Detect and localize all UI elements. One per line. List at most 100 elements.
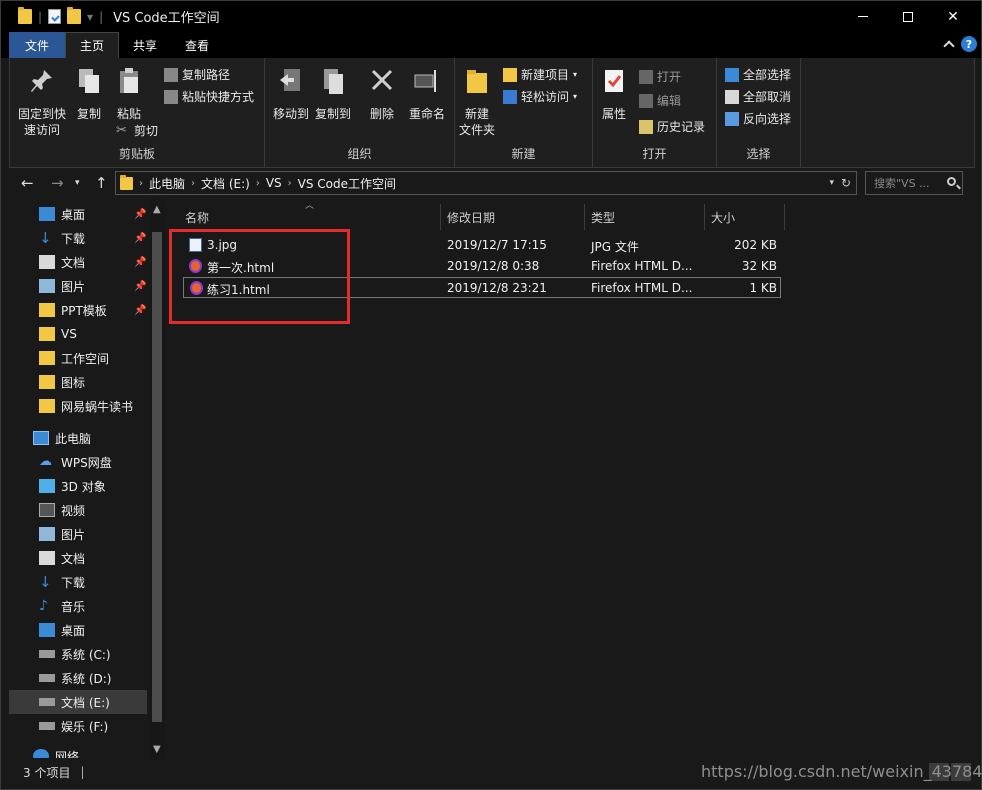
nav-item-drive-d[interactable]: 系统 (D:) [9,666,147,690]
scroll-up-icon[interactable]: ▲ [153,204,161,215]
help-icon[interactable]: ? [961,36,977,52]
nav-label: 图片 [61,279,86,294]
nav-item-drive-c[interactable]: 系统 (C:) [9,642,147,666]
breadcrumb-this-pc[interactable]: 此电脑 [149,175,185,192]
folder-icon [39,351,55,365]
select-none-button[interactable]: 全部取消 [725,88,791,105]
rename-label: 重命名 [408,107,445,121]
nav-item-ppt-templates[interactable]: PPT模板 📌 [9,298,147,322]
nav-scrollbar[interactable]: ▲ ▼ [149,198,165,760]
address-bar[interactable]: › 此电脑 › 文档 (E:) › VS › VS Code工作空间 ▾ ↻ [115,171,857,195]
watermark: https://blog.csdn.net/weixin_43784954 [701,762,982,781]
navigation-pane: 桌面 📌 ↓ 下载 📌 文档 📌 图片 📌 PPT模板 📌 VS 工作空间 图标 网易蜗牛读… [9,198,149,758]
nav-label: 图片 [61,527,86,542]
nav-item-this-pc[interactable]: 此电脑 [9,426,147,450]
maximize-button[interactable] [885,1,931,32]
search-box[interactable]: 搜索"VS ... [865,171,963,195]
tab-file[interactable]: 文件 [9,32,65,58]
forward-arrow-icon[interactable]: → [51,174,64,192]
breadcrumb-drive-e[interactable]: 文档 (E:) [201,175,250,192]
nav-label: 文档 [61,255,86,270]
breadcrumb-vs[interactable]: VS [266,176,282,190]
copy-path-button[interactable]: 复制路径 [164,66,230,83]
nav-item-desktop[interactable]: 桌面 [9,618,147,642]
tab-view[interactable]: 查看 [171,32,223,58]
column-header-date[interactable]: 修改日期 [441,204,585,230]
scrollbar-thumb[interactable] [152,232,162,722]
nav-item-snail-reading[interactable]: 网易蜗牛读书 [9,394,147,418]
column-header-type[interactable]: 类型 [585,204,705,230]
tab-share[interactable]: 共享 [119,32,171,58]
pin-icon[interactable]: 📌 [134,281,146,292]
chevron-right-icon: › [287,177,292,189]
nav-item-music[interactable]: ♪ 音乐 [9,594,147,618]
paste-button[interactable]: 粘贴 [112,66,146,122]
close-button[interactable]: ✕ [930,1,976,32]
paste-shortcut-button[interactable]: 粘贴快捷方式 [164,88,254,105]
column-header-name[interactable]: 名称 [167,204,441,230]
documents-icon [39,551,55,565]
nav-item-icons[interactable]: 图标 [9,370,147,394]
breadcrumb-current[interactable]: VS Code工作空间 [298,175,396,192]
column-header-size[interactable]: 大小 [705,204,785,230]
customize-quick-access-icon[interactable]: ▾ [87,10,93,24]
pin-icon[interactable]: 📌 [134,257,146,268]
new-folder-quick-icon[interactable] [67,7,82,24]
copy-button[interactable]: 复制 [72,66,106,122]
properties-button[interactable]: 属性 [597,66,631,122]
drive-icon [39,722,55,730]
pin-icon[interactable]: 📌 [134,233,146,244]
nav-item-downloads-pinned[interactable]: ↓ 下载 📌 [9,226,147,250]
new-folder-button[interactable]: 新建 文件夹 [457,66,497,138]
nav-label: WPS网盘 [61,455,112,470]
copy-path-icon [164,67,178,82]
nav-item-videos[interactable]: 视频 [9,498,147,522]
new-item-button[interactable]: 新建项目 ▾ [503,66,577,83]
properties-quick-icon[interactable] [48,9,62,24]
folder-icon [39,303,55,317]
nav-item-3d-objects[interactable]: 3D 对象 [9,474,147,498]
rename-button[interactable]: 重命名 [405,66,449,122]
invert-selection-button[interactable]: 反向选择 [725,110,791,127]
delete-button[interactable]: 删除 [365,66,399,122]
pin-icon[interactable]: 📌 [134,209,146,220]
nav-item-downloads[interactable]: ↓ 下载 [9,570,147,594]
select-none-label: 全部取消 [743,90,792,104]
edit-button[interactable]: 编辑 [639,92,681,109]
easy-access-button[interactable]: 轻松访问 ▾ [503,88,577,105]
history-label: 历史记录 [657,120,706,134]
scroll-down-icon[interactable]: ▼ [153,744,161,755]
copy-to-button[interactable]: 复制到 [313,66,353,122]
minimize-button[interactable] [840,1,886,32]
pin-icon[interactable]: 📌 [134,305,146,316]
nav-item-wps-drive[interactable]: ☁ WPS网盘 [9,450,147,474]
pin-quick-access-button[interactable]: 固定到快 速访问 [16,66,68,138]
cut-button[interactable]: ✂ 剪切 [116,122,158,139]
history-button[interactable]: 历史记录 [639,118,705,135]
back-arrow-icon[interactable]: ← [21,174,34,192]
tab-home[interactable]: 主页 [65,32,120,58]
address-dropdown-icon[interactable]: ▾ [829,178,834,188]
nav-item-documents[interactable]: 文档 [9,546,147,570]
refresh-icon[interactable]: ↻ [841,176,851,190]
move-to-button[interactable]: 移动到 [271,66,311,122]
recent-locations-icon[interactable]: ▾ [75,178,80,188]
select-all-icon [725,67,739,82]
nav-item-pictures-pinned[interactable]: 图片 📌 [9,274,147,298]
nav-item-workspace[interactable]: 工作空间 [9,346,147,370]
up-arrow-icon[interactable]: ↑ [95,174,108,192]
collapse-ribbon-icon[interactable] [943,40,955,52]
nav-label: 图标 [61,375,86,390]
nav-item-desktop-pinned[interactable]: 桌面 📌 [9,202,147,226]
open-button[interactable]: 打开 [639,68,681,85]
nav-item-network[interactable]: 网络 [9,744,147,758]
nav-item-pictures[interactable]: 图片 [9,522,147,546]
nav-item-documents-pinned[interactable]: 文档 📌 [9,250,147,274]
window-title: VS Code工作空间 [113,11,220,26]
nav-item-vs[interactable]: VS [9,322,147,346]
nav-item-drive-e[interactable]: 文档 (E:) [9,690,147,714]
chevron-right-icon: › [191,177,196,189]
select-all-button[interactable]: 全部选择 [725,66,791,83]
pin-label-line2: 速访问 [23,123,60,137]
nav-item-drive-f[interactable]: 娱乐 (F:) [9,714,147,738]
